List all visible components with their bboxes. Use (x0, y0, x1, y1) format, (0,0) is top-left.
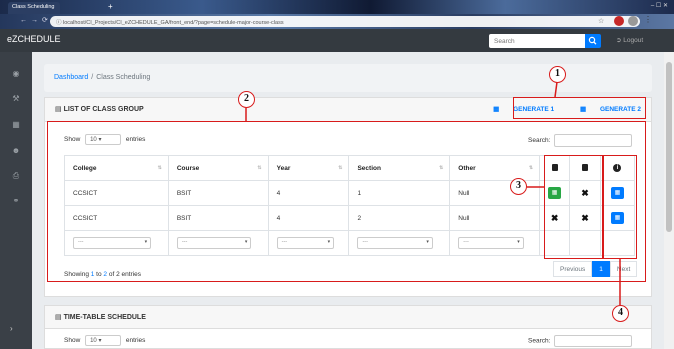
annotation-box-3 (544, 155, 603, 259)
printer-icon[interactable]: ⎙ (9, 171, 23, 185)
window-controls[interactable]: – ☐ ✕ (651, 2, 668, 9)
extension-icon[interactable] (614, 16, 624, 26)
user-icon[interactable]: ☻ (9, 146, 23, 160)
browser-tab[interactable]: Class Scheduling (8, 2, 60, 14)
brand-logo[interactable]: eZCHEDULE (7, 34, 61, 44)
page-scrollbar[interactable] (664, 52, 674, 349)
calendar-icon: ▦ (493, 106, 502, 113)
sidebar: ◉ ⚒ ▦ ☻ ⎙ ⚭ › (0, 52, 32, 349)
logout-label: Logout (623, 37, 644, 44)
timetable-card-header: ▤ TIME-TABLE SCHEDULE (44, 305, 652, 329)
url-text: localhost/CI_Projects/CI_eZCHEDULE_GA/fr… (63, 20, 284, 26)
entries-value: 10 (90, 338, 97, 344)
link-icon[interactable]: ⚭ (9, 196, 23, 210)
annotation-box-1 (513, 97, 646, 119)
browser-toolbar: ←→⟳ ⓘ localhost/CI_Projects/CI_eZCHEDULE… (0, 14, 674, 29)
wrench-icon[interactable]: ⚒ (9, 94, 23, 108)
class-group-title: LIST OF CLASS GROUP (63, 106, 144, 113)
timetable-title: TIME-TABLE SCHEDULE (63, 314, 146, 321)
bookmark-star-icon[interactable]: ☆ (598, 17, 604, 25)
browser-tab-title: Class Scheduling (12, 4, 55, 10)
top-navbar: eZCHEDULE ➲ Logout (0, 29, 674, 52)
breadcrumb-dashboard-link[interactable]: Dashboard (54, 74, 88, 81)
annotation-marker-2: 2 (238, 91, 255, 108)
dashboard-icon[interactable]: ◉ (9, 69, 23, 83)
search-icon (588, 36, 597, 45)
browser-menu-icon[interactable]: ⋮ (644, 15, 652, 24)
timetable-length-control: Show 10 ▾ entries (64, 335, 145, 346)
extension-area: ⋮ (614, 15, 664, 27)
table-icon: ▤ (55, 106, 64, 113)
annotation-box-4 (603, 155, 637, 259)
sidebar-toggle-icon[interactable]: › (10, 324, 13, 333)
browser-tab-strip: Class Scheduling + – ☐ ✕ (0, 0, 674, 14)
info-icon: ⓘ (56, 20, 64, 26)
timetable-entries-select[interactable]: 10 ▾ (85, 335, 122, 346)
timetable-card-body: Show 10 ▾ entries Search: (44, 329, 652, 349)
breadcrumb-separator: / (91, 74, 94, 81)
timetable-search-input[interactable] (554, 335, 633, 347)
search-button[interactable] (585, 34, 601, 48)
search-label: Search: (528, 337, 551, 345)
breadcrumb-current: Class Scheduling (96, 74, 151, 81)
timetable-search: Search: (528, 335, 633, 347)
calendar-icon[interactable]: ▦ (9, 120, 23, 134)
table-icon: ▤ (55, 314, 64, 321)
annotation-marker-3: 3 (510, 178, 527, 195)
chevron-down-icon: ▾ (98, 338, 102, 344)
search-input[interactable] (489, 34, 585, 48)
new-tab-button[interactable]: + (108, 2, 113, 11)
show-label: Show (64, 337, 81, 345)
card-gap (44, 297, 652, 305)
address-bar[interactable]: ⓘ localhost/CI_Projects/CI_eZCHEDULE_GA/… (50, 16, 640, 27)
entries-label: entries (125, 337, 146, 345)
logout-link[interactable]: ➲ Logout (616, 36, 643, 44)
annotation-marker-1: 1 (549, 66, 566, 83)
profile-avatar[interactable] (628, 16, 638, 26)
scrollbar-thumb[interactable] (666, 62, 672, 232)
annotation-marker-4: 4 (612, 305, 629, 322)
browser-nav-icons[interactable]: ←→⟳ (20, 16, 52, 24)
